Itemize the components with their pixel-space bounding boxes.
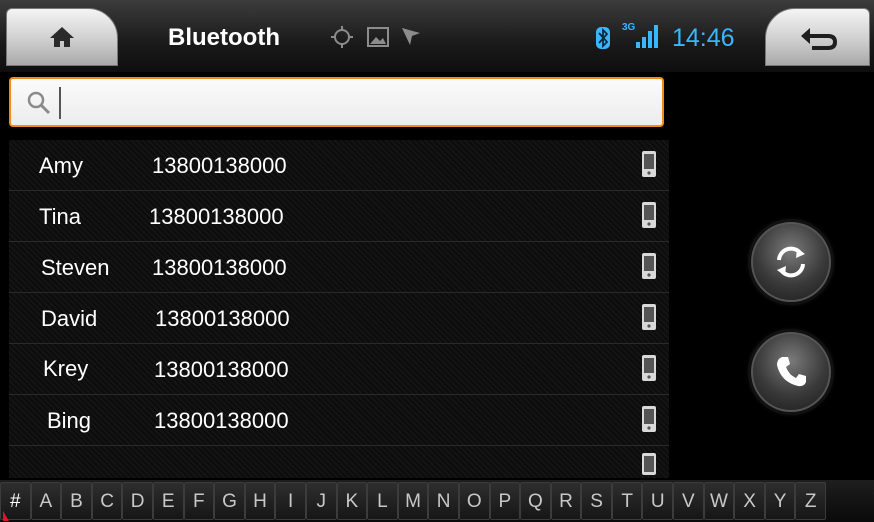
mobile-phone-icon bbox=[642, 355, 656, 381]
alphabet-key-f[interactable]: F bbox=[183, 482, 215, 520]
search-box[interactable] bbox=[9, 77, 664, 127]
contact-number: 13800138000 bbox=[154, 357, 289, 382]
alphabet-key-r[interactable]: R bbox=[550, 482, 582, 520]
contact-name: David bbox=[41, 306, 98, 331]
mobile-phone-icon bbox=[642, 202, 656, 228]
alphabet-key-c[interactable]: C bbox=[91, 482, 123, 520]
mobile-phone-icon bbox=[642, 304, 656, 330]
alphabet-key-w[interactable]: W bbox=[703, 482, 735, 520]
alphabet-key-s[interactable]: S bbox=[581, 482, 612, 520]
alphabet-key-a[interactable]: A bbox=[30, 482, 62, 520]
signal-icon bbox=[636, 25, 658, 48]
contact-name: Steven bbox=[41, 255, 110, 280]
contact-row[interactable]: Tina 13800138000 bbox=[9, 191, 669, 242]
alphabet-key-d[interactable]: D bbox=[122, 482, 153, 520]
alphabet-key-g[interactable]: G bbox=[214, 482, 245, 520]
alphabet-key-n[interactable]: N bbox=[428, 482, 459, 520]
alphabet-key-b[interactable]: B bbox=[61, 482, 92, 520]
contact-name: Amy bbox=[39, 153, 83, 178]
home-button[interactable] bbox=[6, 8, 118, 66]
contact-name: Krey bbox=[43, 356, 89, 381]
alphabet-key-hash[interactable]: # bbox=[0, 482, 31, 521]
mobile-phone-icon bbox=[642, 406, 656, 432]
back-arrow-icon bbox=[800, 28, 837, 50]
mobile-phone-icon bbox=[642, 453, 656, 475]
mobile-phone-icon bbox=[642, 151, 656, 177]
alphabet-key-o[interactable]: O bbox=[458, 482, 490, 520]
home-icon bbox=[50, 27, 74, 47]
contact-number: 13800138000 bbox=[152, 153, 287, 178]
contact-number: 13800138000 bbox=[152, 255, 287, 280]
search-icon bbox=[27, 91, 51, 115]
contact-row[interactable]: David 13800138000 bbox=[9, 293, 669, 344]
contact-number: 13800138000 bbox=[149, 204, 284, 229]
contact-row[interactable]: Amy 13800138000 bbox=[9, 140, 669, 191]
search-input[interactable] bbox=[59, 87, 659, 119]
alphabet-key-v[interactable]: V bbox=[673, 482, 704, 520]
alphabet-key-p[interactable]: P bbox=[489, 482, 521, 520]
alphabet-key-y[interactable]: Y bbox=[764, 482, 796, 520]
contact-number: 13800138000 bbox=[155, 306, 290, 331]
bluetooth-icon bbox=[596, 27, 610, 49]
crosshair-icon bbox=[331, 26, 353, 48]
contact-number: 13800138000 bbox=[154, 408, 289, 433]
sync-button[interactable] bbox=[751, 222, 831, 302]
alphabet-key-i[interactable]: I bbox=[275, 482, 306, 520]
alphabet-key-l[interactable]: L bbox=[367, 482, 398, 520]
alphabet-key-z[interactable]: Z bbox=[795, 482, 827, 520]
contact-row[interactable] bbox=[9, 446, 669, 482]
alphabet-key-x[interactable]: X bbox=[734, 482, 765, 520]
navigation-arrow-icon bbox=[402, 28, 420, 45]
alphabet-key-q[interactable]: Q bbox=[520, 482, 551, 520]
alphabet-key-u[interactable]: U bbox=[642, 482, 674, 520]
sync-icon bbox=[777, 246, 805, 278]
contact-list[interactable]: Amy 13800138000 Tina 13800138000 Steven … bbox=[9, 140, 669, 478]
top-bar: Bluetooth 3G 14:46 bbox=[0, 0, 874, 73]
alphabet-key-h[interactable]: H bbox=[244, 482, 276, 520]
alphabet-key-j[interactable]: J bbox=[305, 482, 337, 520]
contact-name: Bing bbox=[47, 408, 92, 433]
contact-row[interactable]: Bing 13800138000 bbox=[9, 395, 669, 446]
alphabet-key-e[interactable]: E bbox=[152, 482, 184, 520]
back-button[interactable] bbox=[765, 8, 870, 66]
call-icon bbox=[777, 357, 806, 387]
contact-row[interactable]: Krey 13800138000 bbox=[9, 344, 669, 395]
clock: 14:46 bbox=[672, 24, 735, 52]
contact-name: Tina bbox=[39, 204, 81, 229]
alphabet-key-k[interactable]: K bbox=[336, 482, 368, 520]
picture-icon bbox=[367, 27, 389, 47]
page-title: Bluetooth bbox=[168, 24, 280, 51]
mobile-phone-icon bbox=[642, 253, 656, 279]
alphabet-key-t[interactable]: T bbox=[611, 482, 643, 520]
call-button[interactable] bbox=[751, 332, 831, 412]
contact-row[interactable]: Steven 13800138000 bbox=[9, 242, 669, 293]
alphabet-index-bar: # A B C D E F G H I J K L M N O P Q R S … bbox=[0, 480, 874, 522]
alphabet-key-m[interactable]: M bbox=[397, 482, 429, 520]
